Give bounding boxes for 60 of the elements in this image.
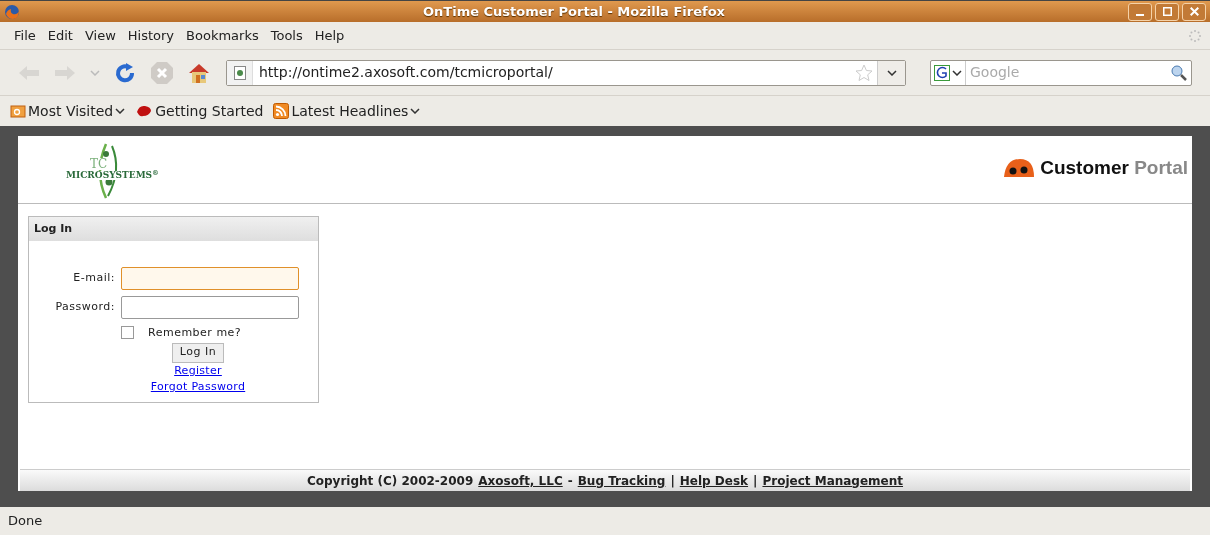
caret-icon bbox=[886, 69, 897, 76]
reload-icon[interactable] bbox=[114, 61, 136, 84]
address-bar[interactable]: http://ontime2.axosoft.com/tcmicroportal/ bbox=[226, 59, 906, 86]
menu-item[interactable]: View bbox=[78, 25, 122, 46]
folder-icon bbox=[10, 103, 26, 119]
window-title: OnTime Customer Portal - Mozilla Firefox bbox=[422, 2, 726, 21]
menu-item[interactable]: File bbox=[8, 25, 42, 46]
caret-icon bbox=[115, 108, 126, 114]
footer-text: | bbox=[670, 472, 675, 490]
menu-item[interactable]: Help bbox=[308, 25, 351, 46]
footer-link[interactable]: Axosoft, LLC bbox=[478, 471, 563, 490]
menu-item[interactable]: Bookmarks bbox=[180, 25, 265, 46]
footer-text: | bbox=[753, 472, 758, 490]
checkbox-label: Remember me? bbox=[148, 325, 242, 341]
search-icon[interactable] bbox=[1171, 64, 1187, 81]
throbber-icon bbox=[1188, 28, 1202, 43]
search-input[interactable]: Google bbox=[966, 62, 1171, 83]
caret-icon bbox=[410, 108, 421, 114]
maximize-icon bbox=[1162, 7, 1172, 16]
field-label: Password: bbox=[54, 299, 115, 316]
close-icon bbox=[1189, 7, 1199, 16]
search-field[interactable]: Google bbox=[930, 59, 1192, 86]
dropdown-icon[interactable] bbox=[90, 69, 100, 76]
url-dropdown-button[interactable] bbox=[877, 60, 905, 85]
maximize-button[interactable] bbox=[1155, 2, 1179, 21]
page-icon bbox=[233, 65, 246, 80]
email-field[interactable] bbox=[121, 267, 299, 290]
logo: TC MICROSYSTEMS$^{®}$ bbox=[66, 142, 156, 200]
panel-header: Log In bbox=[29, 217, 318, 241]
minimize-button[interactable] bbox=[1128, 2, 1152, 21]
portal-title: Customer Portal bbox=[1040, 156, 1188, 180]
home-icon[interactable] bbox=[188, 61, 210, 84]
footer-text: - bbox=[567, 472, 573, 490]
footer-link[interactable]: Help Desk bbox=[679, 471, 749, 490]
password-field[interactable] bbox=[121, 296, 299, 319]
status-text: Done bbox=[8, 512, 43, 531]
field-label: E-mail: bbox=[72, 270, 115, 287]
url-text: http://ontime2.axosoft.com/tcmicroportal/ bbox=[258, 63, 554, 82]
firefox-icon bbox=[4, 3, 20, 20]
checkbox[interactable] bbox=[121, 325, 134, 339]
minimize-icon bbox=[1136, 13, 1144, 16]
link[interactable]: Forgot Password bbox=[150, 378, 246, 395]
rss-icon bbox=[273, 103, 290, 119]
footer-link[interactable]: Project Management bbox=[762, 471, 904, 490]
bookmark-item[interactable]: Most Visited bbox=[10, 100, 126, 122]
caret-icon[interactable] bbox=[952, 69, 962, 76]
star-icon[interactable] bbox=[855, 63, 873, 82]
footer-text: Copyright (C) 2002-2009 bbox=[306, 472, 474, 490]
close-button[interactable] bbox=[1182, 2, 1206, 21]
bookmark-item[interactable]: Getting Started bbox=[135, 100, 264, 122]
login-button[interactable]: Log In bbox=[171, 342, 225, 363]
menu-item[interactable]: History bbox=[121, 25, 181, 46]
google-icon[interactable] bbox=[934, 64, 950, 81]
link[interactable]: Register bbox=[174, 362, 222, 379]
ladybug-icon bbox=[1002, 157, 1037, 180]
footer-link[interactable]: Bug Tracking bbox=[577, 471, 666, 490]
bookmark-item[interactable]: Latest Headlines bbox=[273, 100, 421, 122]
menu-item[interactable]: Tools bbox=[264, 25, 309, 46]
menu-item[interactable]: Edit bbox=[41, 25, 79, 46]
stop-icon[interactable] bbox=[150, 60, 174, 85]
